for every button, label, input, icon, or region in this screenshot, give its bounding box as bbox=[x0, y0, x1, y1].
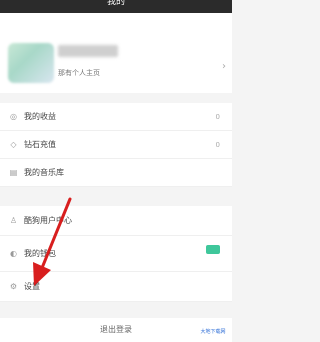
top-navigation-bar: 我的 bbox=[0, 0, 232, 13]
watermark-logo: 大地下载网 bbox=[196, 322, 230, 340]
menu-item-label: 设置 bbox=[24, 282, 40, 291]
music-library-icon: ▤ bbox=[9, 168, 18, 177]
green-badge-icon bbox=[206, 245, 220, 254]
user-center-icon: ♙ bbox=[9, 216, 18, 225]
menu-item-user-center[interactable]: ♙ 酷狗用户中心 bbox=[0, 206, 232, 236]
menu-item-diamond-recharge[interactable]: ◇ 钻石充值 0 bbox=[0, 131, 232, 159]
menu-item-value: 0 bbox=[215, 140, 220, 149]
menu-item-earnings[interactable]: ◎ 我的收益 0 bbox=[0, 103, 232, 131]
page-title: 我的 bbox=[106, 0, 125, 7]
earnings-icon: ◎ bbox=[10, 112, 17, 121]
chevron-right-icon: › bbox=[222, 61, 226, 72]
menu-item-settings[interactable]: ⚙ 设置 bbox=[0, 272, 232, 302]
wallet-icon: ◐ bbox=[10, 249, 17, 258]
menu-item-label: 我的钱包 bbox=[24, 249, 56, 258]
settings-icon: ⚙ bbox=[9, 282, 18, 291]
menu-item-label: 酷狗用户中心 bbox=[24, 216, 72, 225]
profile-card[interactable]: 那有个人主页 › bbox=[0, 13, 232, 93]
avatar[interactable] bbox=[8, 43, 54, 83]
menu-item-wallet[interactable]: ◐ 我的钱包 bbox=[0, 236, 232, 272]
menu-item-label: 钻石充值 bbox=[24, 140, 56, 149]
menu-item-music-library[interactable]: ▤ 我的音乐库 bbox=[0, 159, 232, 187]
nickname-blurred bbox=[58, 45, 118, 57]
menu-group-2: ♙ 酷狗用户中心 ◐ 我的钱包 ⚙ 设置 bbox=[0, 206, 232, 302]
menu-item-label: 我的音乐库 bbox=[24, 168, 64, 177]
profile-subtitle: 那有个人主页 bbox=[58, 69, 100, 77]
menu-group-1: ◎ 我的收益 0 ◇ 钻石充值 0 ▤ 我的音乐库 bbox=[0, 103, 232, 187]
diamond-icon: ◇ bbox=[10, 140, 17, 149]
menu-item-label: 我的收益 bbox=[24, 112, 56, 121]
menu-item-value: 0 bbox=[215, 112, 220, 121]
